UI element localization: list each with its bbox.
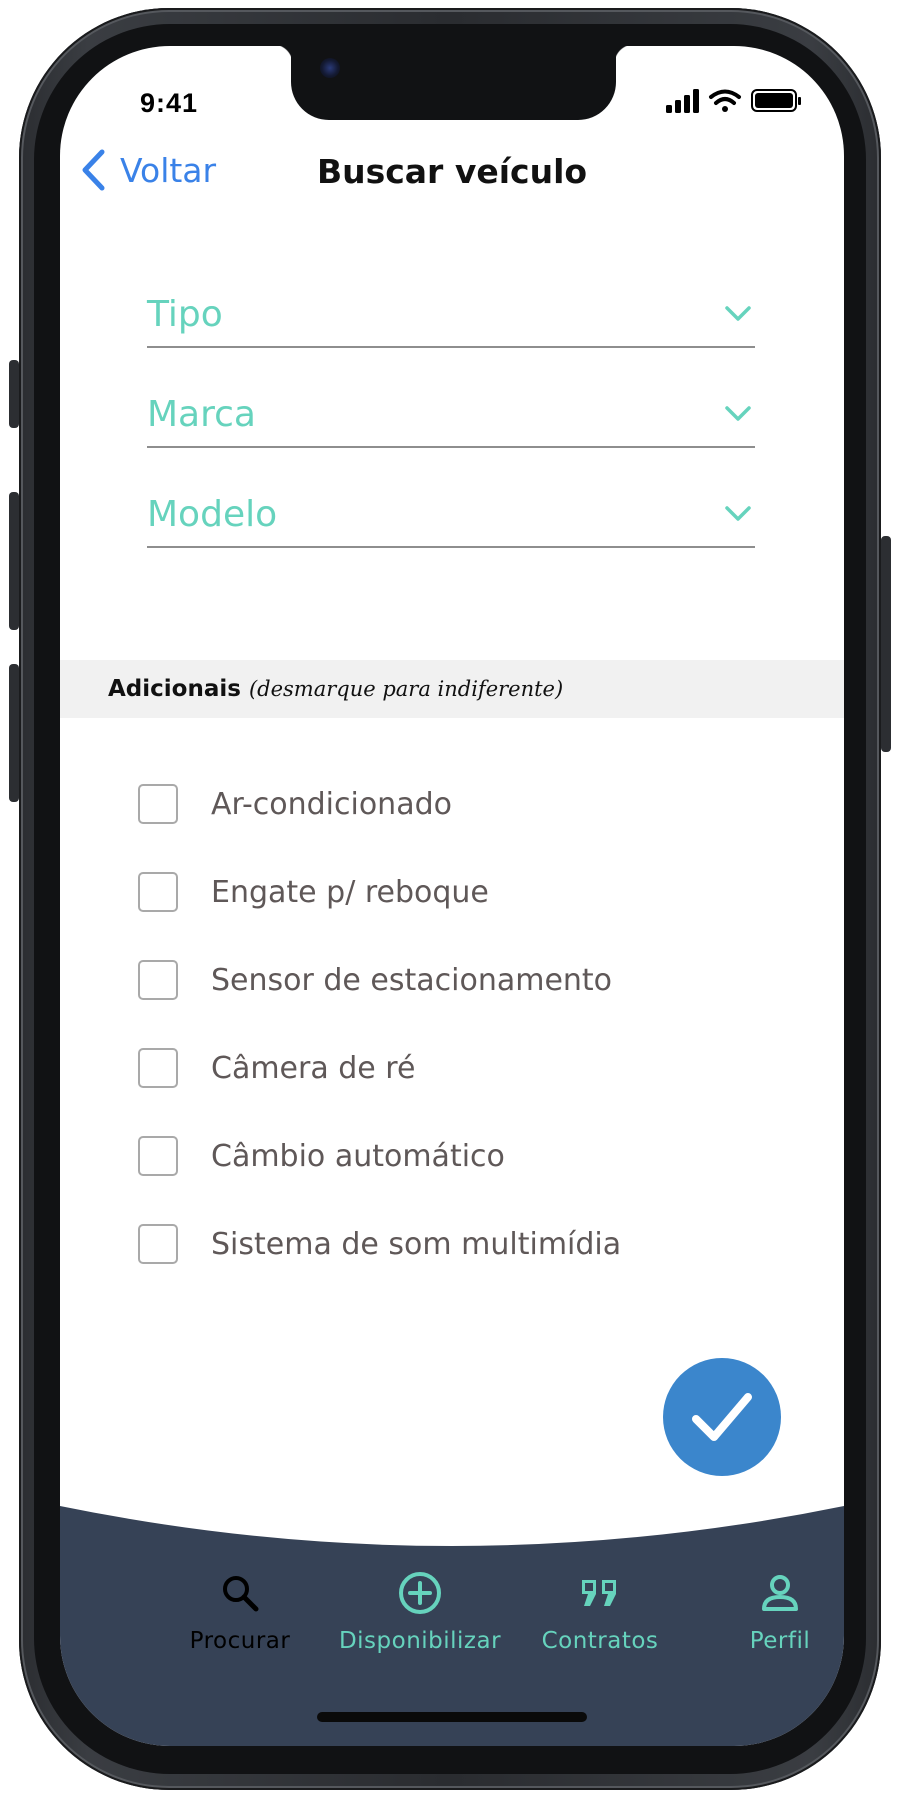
confirm-fab[interactable] bbox=[663, 1358, 781, 1476]
mute-switch bbox=[9, 360, 19, 428]
section-title: Adicionais bbox=[108, 676, 241, 702]
nav-procurar[interactable]: Procurar bbox=[140, 1570, 340, 1654]
nav-label: Procurar bbox=[189, 1628, 291, 1654]
option-label: Câmbio automático bbox=[211, 1138, 505, 1174]
chevron-down-icon bbox=[725, 406, 751, 421]
nav-perfil[interactable]: Perfil bbox=[680, 1570, 844, 1654]
nav-contratos[interactable]: Contratos bbox=[500, 1570, 700, 1654]
checkbox[interactable] bbox=[138, 872, 178, 912]
status-icons bbox=[666, 89, 801, 113]
chevron-down-icon bbox=[725, 506, 751, 521]
additional-section-header: Adicionais (desmarque para indiferente) bbox=[60, 660, 844, 718]
front-camera bbox=[320, 58, 340, 78]
option-label: Ar-condicionado bbox=[211, 786, 452, 822]
chevron-down-icon bbox=[725, 306, 751, 321]
status-time: 9:41 bbox=[140, 88, 199, 118]
user-icon bbox=[762, 1575, 798, 1611]
tipo-dropdown[interactable]: Tipo bbox=[147, 288, 755, 348]
check-icon bbox=[692, 1393, 752, 1441]
option-label: Sensor de estacionamento bbox=[211, 962, 613, 998]
volume-up-button bbox=[9, 492, 19, 630]
option-engate-reboque[interactable]: Engate p/ reboque bbox=[138, 869, 489, 915]
checkbox[interactable] bbox=[138, 784, 178, 824]
option-label: Engate p/ reboque bbox=[211, 874, 489, 910]
quote-icon bbox=[582, 1580, 616, 1606]
dropdown-label: Marca bbox=[147, 394, 256, 435]
dropdown-label: Tipo bbox=[147, 294, 223, 335]
page-title: Buscar veículo bbox=[316, 152, 588, 191]
option-label: Câmera de ré bbox=[211, 1050, 416, 1086]
dropdown-label: Modelo bbox=[147, 494, 278, 535]
nav-label: Contratos bbox=[541, 1628, 659, 1654]
notch bbox=[273, 46, 634, 120]
nav-disponibilizar[interactable]: Disponibilizar bbox=[320, 1570, 520, 1654]
marca-dropdown[interactable]: Marca bbox=[147, 388, 755, 448]
modelo-dropdown[interactable]: Modelo bbox=[147, 488, 755, 548]
nav-label: Perfil bbox=[749, 1628, 811, 1654]
option-sensor-estacionamento[interactable]: Sensor de estacionamento bbox=[138, 957, 612, 1003]
signal-icon bbox=[666, 89, 699, 113]
battery-icon bbox=[751, 89, 801, 112]
nav-label: Disponibilizar bbox=[338, 1628, 502, 1654]
section-hint: (desmarque para indiferente) bbox=[248, 677, 564, 701]
home-indicator[interactable] bbox=[317, 1712, 587, 1722]
option-label: Sistema de som multimídia bbox=[211, 1226, 622, 1262]
checkbox[interactable] bbox=[138, 1224, 178, 1264]
wifi-icon bbox=[709, 89, 741, 112]
plus-circle-icon bbox=[399, 1572, 441, 1614]
option-camera-re[interactable]: Câmera de ré bbox=[138, 1045, 415, 1091]
volume-down-button bbox=[9, 664, 19, 802]
option-cambio-automatico[interactable]: Câmbio automático bbox=[138, 1133, 505, 1179]
search-icon bbox=[223, 1576, 259, 1612]
checkbox[interactable] bbox=[138, 960, 178, 1000]
checkbox[interactable] bbox=[138, 1136, 178, 1176]
checkbox[interactable] bbox=[138, 1048, 178, 1088]
power-button bbox=[881, 536, 891, 752]
option-ar-condicionado[interactable]: Ar-condicionado bbox=[138, 781, 452, 827]
screen: 9:41 Voltar Buscar veículo Tipo Marca Mo… bbox=[60, 46, 844, 1746]
option-sistema-som[interactable]: Sistema de som multimídia bbox=[138, 1221, 621, 1267]
